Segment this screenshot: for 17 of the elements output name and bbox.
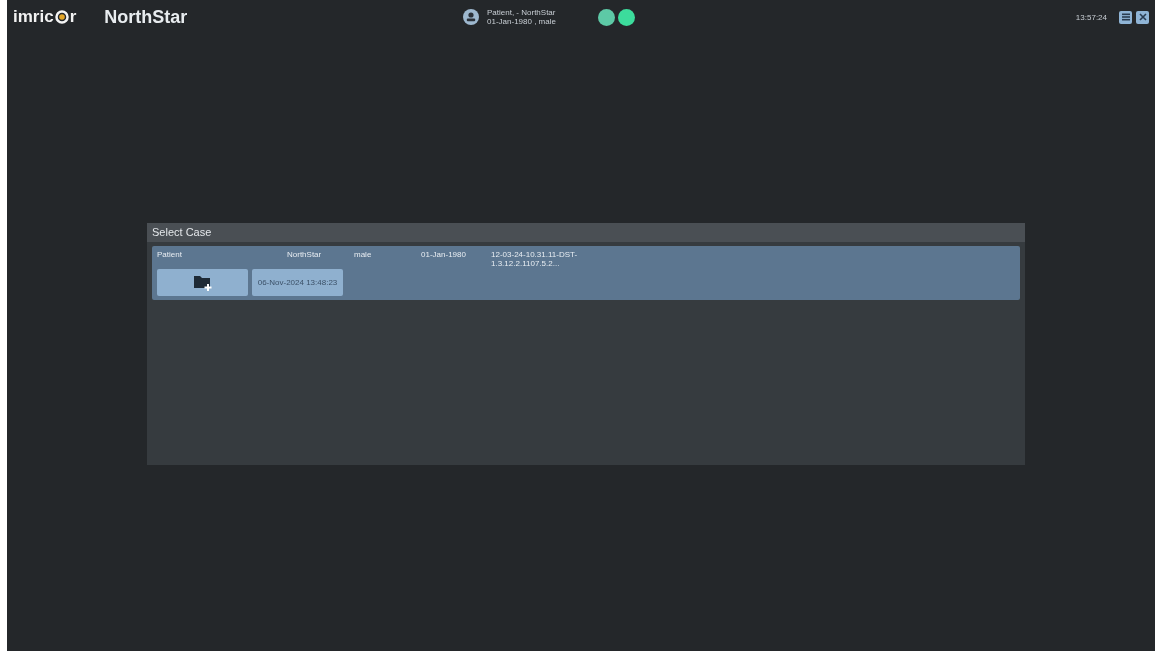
patient-name: Patient, - NorthStar: [487, 8, 556, 17]
case-field: male: [354, 250, 421, 268]
case-field: 01-Jan-1980: [421, 250, 491, 268]
folder-add-icon: [192, 273, 213, 292]
menu-button[interactable]: [1119, 10, 1132, 24]
clock: 13:57:24: [1075, 12, 1107, 22]
case-field: Patient: [157, 250, 287, 268]
case-field: NorthStar: [287, 250, 354, 268]
close-button[interactable]: [1136, 10, 1149, 24]
session-button[interactable]: 06-Nov-2024 13:48:23: [252, 269, 343, 296]
app-title: NorthStar: [104, 6, 188, 28]
dialog-title: Select Case: [147, 223, 1025, 242]
user-icon: [463, 9, 479, 25]
case-field: 12-03-24-10.31.11-DST-1.3.12.2.1107.5.2...: [491, 250, 591, 268]
logo: imric r: [13, 7, 77, 27]
patient-details: 01-Jan-1980 , male: [487, 17, 556, 26]
new-case-button[interactable]: [157, 269, 248, 296]
